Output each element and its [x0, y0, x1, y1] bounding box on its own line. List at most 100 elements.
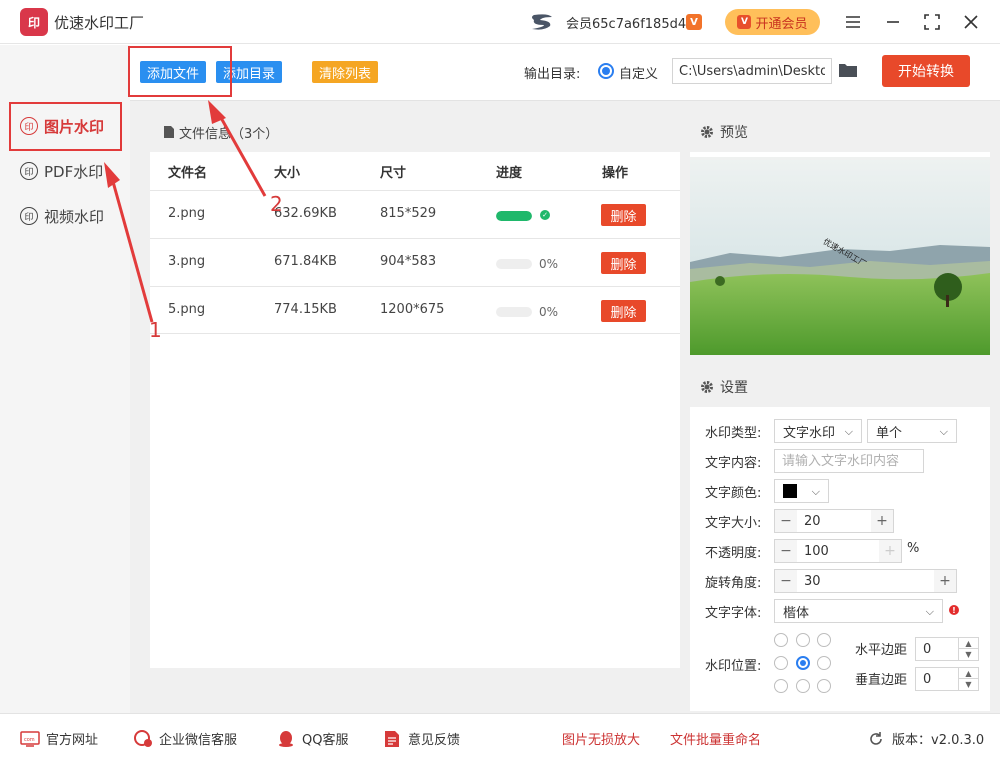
- position-bottom-center[interactable]: [796, 679, 810, 693]
- opacity-stepper[interactable]: − 100 +: [774, 539, 902, 563]
- file-name: 2.png: [168, 206, 206, 221]
- v-margin-spinner[interactable]: 0 ▲ ▼: [915, 667, 979, 691]
- output-dir-label: 输出目录:: [524, 67, 581, 82]
- file-dimensions: 1200*675: [380, 302, 445, 317]
- font-select[interactable]: 楷体 ⌵: [774, 599, 943, 623]
- watermark-stamp-icon: 印: [20, 207, 38, 225]
- increment-arrow-icon[interactable]: ▲: [958, 638, 978, 649]
- text-color-label: 文字颜色:: [705, 486, 762, 501]
- close-icon[interactable]: [959, 10, 983, 34]
- sidebar-item-label: PDF水印: [44, 162, 104, 181]
- sidebar-item-label: 视频水印: [44, 207, 105, 226]
- custom-dir-label: 自定义: [619, 67, 659, 82]
- member-avatar-icon: [532, 14, 552, 30]
- increment-button[interactable]: +: [879, 540, 901, 562]
- decrement-button[interactable]: −: [775, 510, 797, 532]
- column-header-progress: 进度: [496, 166, 523, 181]
- decrement-arrow-icon[interactable]: ▼: [958, 679, 978, 690]
- increment-button[interactable]: +: [934, 570, 956, 592]
- progress-bar: [496, 259, 532, 269]
- file-size: 632.69KB: [274, 206, 337, 221]
- preview-title: 预览: [720, 125, 748, 141]
- text-size-stepper[interactable]: − 20 +: [774, 509, 894, 533]
- opacity-value[interactable]: 100: [797, 540, 879, 562]
- position-middle-right[interactable]: [817, 656, 831, 670]
- clear-list-button[interactable]: 清除列表: [312, 61, 379, 83]
- chevron-down-icon: ⌵: [925, 605, 934, 618]
- file-info-header: 文件信息（3个）: [150, 112, 680, 152]
- delete-button[interactable]: 删除: [601, 300, 646, 322]
- sidebar-item-pdf-watermark[interactable]: 印 PDF水印: [10, 149, 122, 193]
- position-bottom-right[interactable]: [817, 679, 831, 693]
- watermark-type-select[interactable]: 文字水印 ⌵: [774, 419, 862, 443]
- watermark-mode-select[interactable]: 单个 ⌵: [867, 419, 957, 443]
- text-size-value[interactable]: 20: [797, 510, 871, 532]
- settings-header: 设置: [690, 367, 990, 407]
- lossless-upscale-link[interactable]: 图片无损放大: [562, 729, 640, 748]
- position-top-center[interactable]: [796, 633, 810, 647]
- output-path-input[interactable]: [672, 58, 832, 84]
- version-label: 版本：v2.0.3.0: [892, 733, 985, 748]
- decrement-button[interactable]: −: [775, 570, 797, 592]
- qq-support-link[interactable]: QQ客服: [276, 729, 348, 748]
- table-row[interactable]: 5.png 774.15KB 1200*675 0% 删除: [150, 286, 680, 334]
- open-vip-button[interactable]: V 开通会员: [725, 9, 820, 35]
- title-bar: 印 优速水印工厂 会员65c7a6f185d4 V V 开通会员: [0, 0, 1000, 44]
- delete-button[interactable]: 删除: [601, 252, 646, 274]
- annotation-number-1: 1: [149, 318, 162, 342]
- h-margin-spinner[interactable]: 0 ▲ ▼: [915, 637, 979, 661]
- website-icon: com: [20, 730, 40, 748]
- text-content-input[interactable]: [774, 449, 924, 473]
- watermark-stamp-icon: 印: [20, 162, 38, 180]
- decrement-button[interactable]: −: [775, 540, 797, 562]
- decrement-arrow-icon[interactable]: ▼: [958, 649, 978, 660]
- annotation-box-sidebar: [9, 102, 122, 151]
- delete-button[interactable]: 删除: [601, 204, 646, 226]
- text-color-picker[interactable]: ⌵: [774, 479, 829, 503]
- version-info[interactable]: 版本：v2.0.3.0: [866, 729, 984, 748]
- opacity-unit: %: [907, 541, 920, 556]
- open-vip-label: 开通会员: [755, 16, 808, 32]
- feedback-label: 意见反馈: [408, 733, 461, 748]
- rotation-label: 旋转角度:: [705, 576, 762, 591]
- progress-bar: [496, 211, 532, 221]
- progress-bar: [496, 307, 532, 317]
- rotation-value[interactable]: 30: [797, 570, 934, 592]
- wechat-support-link[interactable]: 企业微信客服: [133, 729, 237, 748]
- rotation-stepper[interactable]: − 30 +: [774, 569, 957, 593]
- chevron-down-icon: ⌵: [844, 425, 853, 438]
- position-center[interactable]: [796, 656, 810, 670]
- landscape-image: 优速水印工厂: [690, 157, 990, 355]
- feedback-link[interactable]: 意见反馈: [382, 729, 460, 748]
- qq-support-label: QQ客服: [302, 733, 349, 748]
- increment-button[interactable]: +: [871, 510, 893, 532]
- toolbar: 添加文件 添加目录 清除列表 输出目录: 自定义 开始转换: [130, 45, 1000, 101]
- position-bottom-left[interactable]: [774, 679, 788, 693]
- table-row[interactable]: 2.png 632.69KB 815*529 ✓ 删除: [150, 190, 680, 238]
- main-area: 添加文件 添加目录 清除列表 输出目录: 自定义 开始转换 文件信息（3个） 文…: [130, 45, 1000, 713]
- official-website-link[interactable]: com 官方网址: [20, 729, 98, 748]
- h-margin-value: 0: [923, 642, 932, 657]
- increment-arrow-icon[interactable]: ▲: [958, 668, 978, 679]
- footer: com 官方网址 企业微信客服 QQ客服 意见反馈 图片无损放大 文件批量重命名…: [0, 713, 1000, 760]
- start-convert-button[interactable]: 开始转换: [882, 55, 970, 87]
- file-info-title: 文件信息（3个）: [179, 126, 279, 142]
- column-header-size: 大小: [274, 166, 301, 181]
- position-top-right[interactable]: [817, 633, 831, 647]
- column-header-dimensions: 尺寸: [380, 166, 407, 181]
- folder-icon[interactable]: [838, 62, 858, 78]
- chevron-down-icon: ⌵: [939, 425, 948, 438]
- minimize-icon[interactable]: [881, 10, 905, 34]
- batch-rename-link[interactable]: 文件批量重命名: [670, 729, 761, 748]
- watermark-mode-value: 单个: [876, 425, 903, 441]
- position-middle-left[interactable]: [774, 656, 788, 670]
- custom-dir-radio[interactable]: [598, 63, 614, 79]
- menu-icon[interactable]: [841, 10, 865, 34]
- position-top-left[interactable]: [774, 633, 788, 647]
- sidebar-item-video-watermark[interactable]: 印 视频水印: [10, 194, 122, 238]
- preview-panel: 预览 优速水印工厂: [690, 112, 990, 355]
- file-size: 671.84KB: [274, 254, 337, 269]
- maximize-icon[interactable]: [920, 10, 944, 34]
- chat-icon: [133, 729, 153, 748]
- table-row[interactable]: 3.png 671.84KB 904*583 0% 删除: [150, 238, 680, 286]
